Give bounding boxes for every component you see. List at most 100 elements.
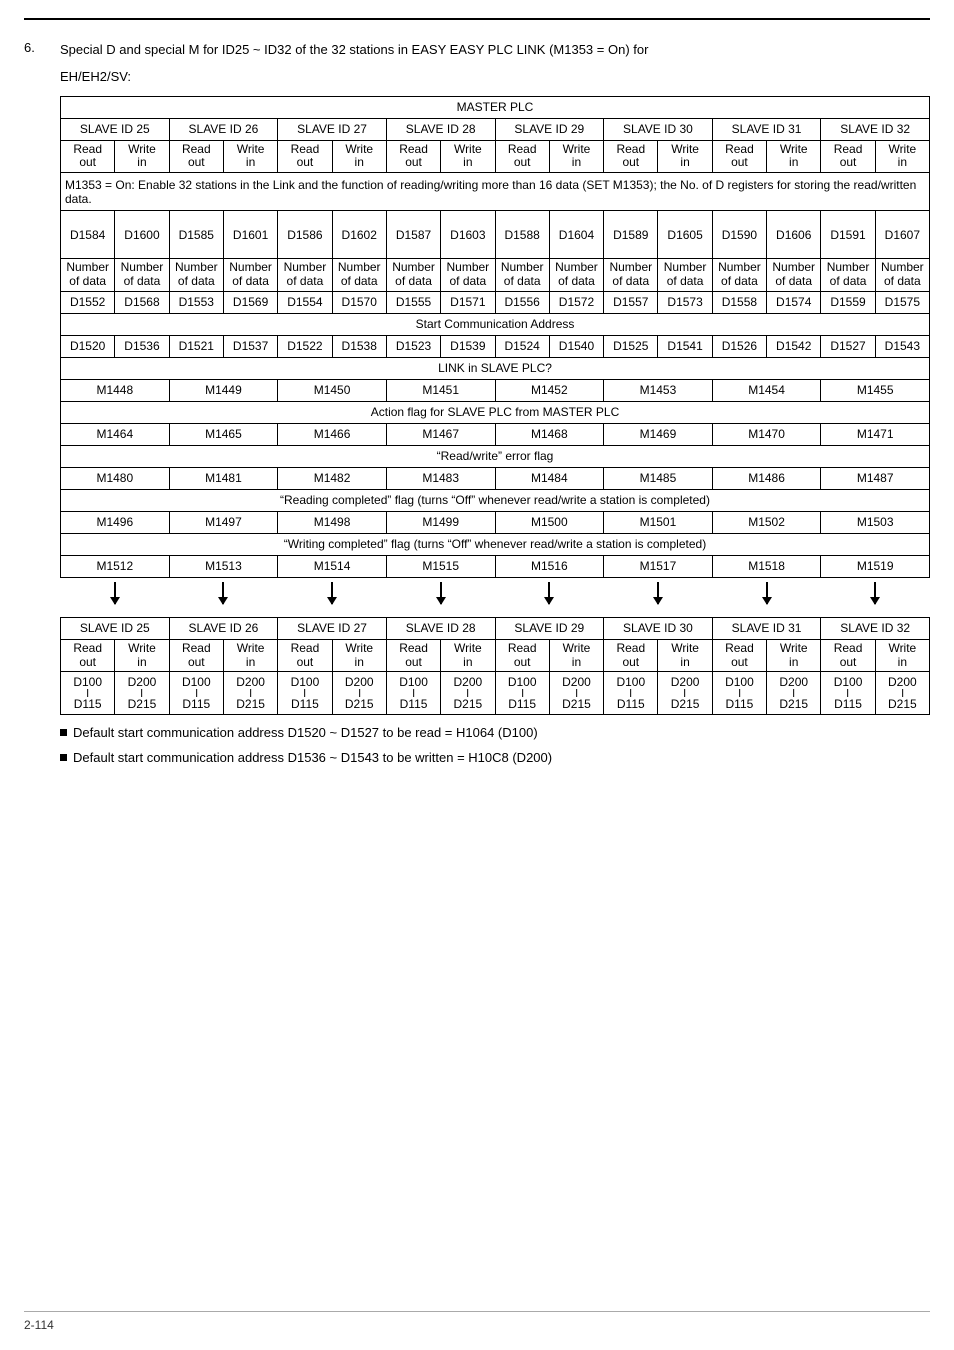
rw-cell: Readout (604, 639, 658, 672)
m-cell: M1452 (495, 379, 604, 401)
m-cell: M1500 (495, 511, 604, 533)
rw-cell: Readout (386, 639, 440, 672)
slave32-hdr2: SLAVE ID 32 (821, 617, 930, 639)
range-sep-icon (116, 689, 167, 697)
range-sep-icon (822, 689, 873, 697)
m-cell: M1450 (278, 379, 387, 401)
data-cell: D1555 (386, 291, 440, 313)
down-arrow-icon (548, 582, 550, 604)
rw-cell: Writein (441, 639, 495, 672)
bullet-1-text: Default start communication address D152… (73, 725, 538, 740)
data-cell: D1590 (712, 211, 766, 259)
rw-cell: Readout (821, 140, 875, 173)
d-range-cell: D200D215 (658, 672, 712, 715)
m-cell: M1487 (821, 467, 930, 489)
m-cell: M1466 (278, 423, 387, 445)
m-cell: M1470 (712, 423, 821, 445)
m-cell: M1498 (278, 511, 387, 533)
d-range-cell: D100D115 (712, 672, 766, 715)
m-cell: M1515 (386, 555, 495, 577)
data-cell: D1526 (712, 335, 766, 357)
d-range-cell: D100D115 (604, 672, 658, 715)
numdata-cell: Numberof data (821, 259, 875, 292)
rw-cell: Writein (223, 140, 277, 173)
d-range-cell: D200D215 (767, 672, 821, 715)
data-cell: D1591 (821, 211, 875, 259)
data-cell: D1558 (712, 291, 766, 313)
d-range-cell: D100D115 (495, 672, 549, 715)
numdata-cell: Numberof data (332, 259, 386, 292)
rw-cell: Writein (658, 140, 712, 173)
m-cell: M1485 (604, 467, 713, 489)
data-cell: D1541 (658, 335, 712, 357)
rw-cell: Readout (169, 140, 223, 173)
numdata-cell: Numberof data (386, 259, 440, 292)
master-header: MASTER PLC (61, 96, 930, 118)
data-cell: D1542 (767, 335, 821, 357)
arrow-cell (821, 577, 930, 617)
arrow-cell (712, 577, 821, 617)
m-cell: M1484 (495, 467, 604, 489)
slave31-hdr: SLAVE ID 31 (712, 118, 821, 140)
data-cell: D1572 (549, 291, 603, 313)
data-cell: D1552 (61, 291, 115, 313)
rw-cell: Readout (604, 140, 658, 173)
m-cell: M1481 (169, 467, 278, 489)
m-cell: M1501 (604, 511, 713, 533)
numdata-cell: Numberof data (441, 259, 495, 292)
d-range-cell: D100D115 (169, 672, 223, 715)
d-range-cell: D200D215 (441, 672, 495, 715)
page-footer: 2-114 (24, 1311, 930, 1332)
range-sep-icon (442, 689, 493, 697)
data-cell: D1543 (875, 335, 929, 357)
data-cell: D1553 (169, 291, 223, 313)
data-cell: D1602 (332, 211, 386, 259)
down-arrow-icon (766, 582, 768, 604)
range-sep-icon (171, 689, 222, 697)
m-cell: M1480 (61, 467, 170, 489)
arrow-cell (386, 577, 495, 617)
item-subtext: EH/EH2/SV: (60, 67, 930, 88)
rw-cell: Writein (115, 140, 169, 173)
data-cell: D1601 (223, 211, 277, 259)
data-cell: D1524 (495, 335, 549, 357)
d-range-cell: D200D215 (332, 672, 386, 715)
data-cell: D1525 (604, 335, 658, 357)
range-sep-icon (279, 689, 330, 697)
rw-cell: Readout (712, 639, 766, 672)
page-content: 6. Special D and special M for ID25 ~ ID… (0, 20, 954, 765)
range-sep-icon (551, 689, 602, 697)
rw-cell: Readout (61, 639, 115, 672)
m-cell: M1486 (712, 467, 821, 489)
slave26-hdr: SLAVE ID 26 (169, 118, 278, 140)
m-cell: M1512 (61, 555, 170, 577)
read-comp: “Reading completed” flag (turns “Off” wh… (61, 489, 930, 511)
slave29-hdr2: SLAVE ID 29 (495, 617, 604, 639)
m-cell: M1518 (712, 555, 821, 577)
link-q: LINK in SLAVE PLC? (61, 357, 930, 379)
rw-cell: Readout (821, 639, 875, 672)
d-range-cell: D100D115 (386, 672, 440, 715)
bullet-1: Default start communication address D152… (60, 725, 930, 740)
m-cell: M1468 (495, 423, 604, 445)
rw-cell: Writein (332, 639, 386, 672)
data-cell: D1527 (821, 335, 875, 357)
numdata-cell: Numberof data (61, 259, 115, 292)
square-bullet-icon (60, 754, 67, 761)
rw-cell: Writein (549, 140, 603, 173)
data-cell: D1586 (278, 211, 332, 259)
arrow-cell (278, 577, 387, 617)
data-cell: D1556 (495, 291, 549, 313)
rw-cell: Readout (495, 639, 549, 672)
arrow-cell (61, 577, 170, 617)
range-sep-icon (714, 689, 765, 697)
m-cell: M1454 (712, 379, 821, 401)
rw-cell: Readout (386, 140, 440, 173)
data-cell: D1559 (821, 291, 875, 313)
data-cell: D1575 (875, 291, 929, 313)
data-cell: D1603 (441, 211, 495, 259)
m-cell: M1514 (278, 555, 387, 577)
rw-cell: Writein (767, 140, 821, 173)
data-cell: D1604 (549, 211, 603, 259)
arrow-cell (169, 577, 278, 617)
